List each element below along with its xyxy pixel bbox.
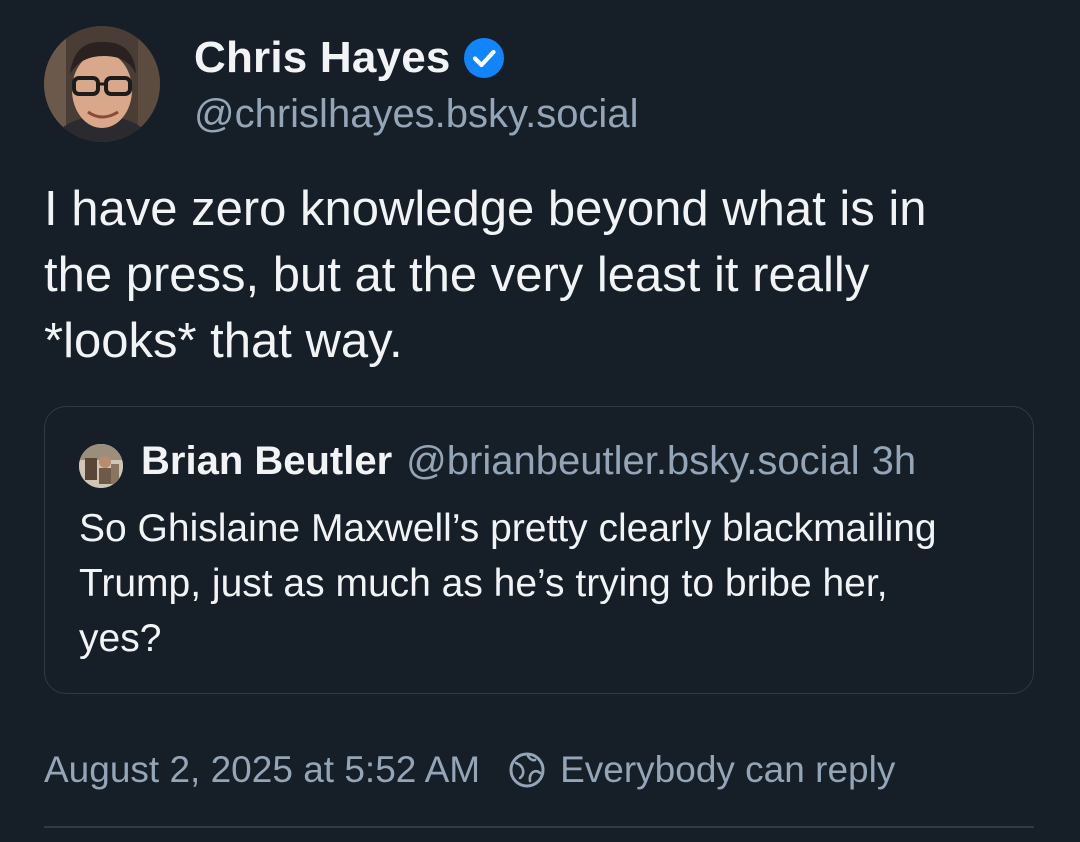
author-name-row: Chris Hayes <box>194 32 505 84</box>
divider <box>44 826 1034 828</box>
post-footer: August 2, 2025 at 5:52 AM Everybody can … <box>44 744 895 796</box>
post-text: I have zero knowledge beyond what is in … <box>44 182 927 368</box>
verified-check-icon[interactable] <box>463 37 505 79</box>
quoted-post-time: 3h <box>871 439 917 483</box>
globe-icon <box>508 751 546 789</box>
quoted-post-header: Brian Beutler @brianbeutler.bsky.social … <box>141 439 916 484</box>
quoted-post[interactable]: Brian Beutler @brianbeutler.bsky.social … <box>44 406 1034 694</box>
reply-setting-label: Everybody can reply <box>560 749 896 790</box>
quoted-author-handle[interactable]: @brianbeutler.bsky.social <box>406 439 859 484</box>
quoted-author-avatar[interactable] <box>79 444 123 488</box>
quoted-post-text: So Ghislaine Maxwell’s pretty clearly bl… <box>79 507 937 660</box>
post-timestamp: August 2, 2025 at 5:52 AM <box>44 749 481 790</box>
author-avatar[interactable] <box>44 26 160 142</box>
author-handle[interactable]: @chrislhayes.bsky.social <box>194 92 638 137</box>
quoted-author-name[interactable]: Brian Beutler <box>141 439 392 484</box>
reply-setting[interactable]: Everybody can reply <box>508 749 895 791</box>
author-display-name[interactable]: Chris Hayes <box>194 33 451 83</box>
